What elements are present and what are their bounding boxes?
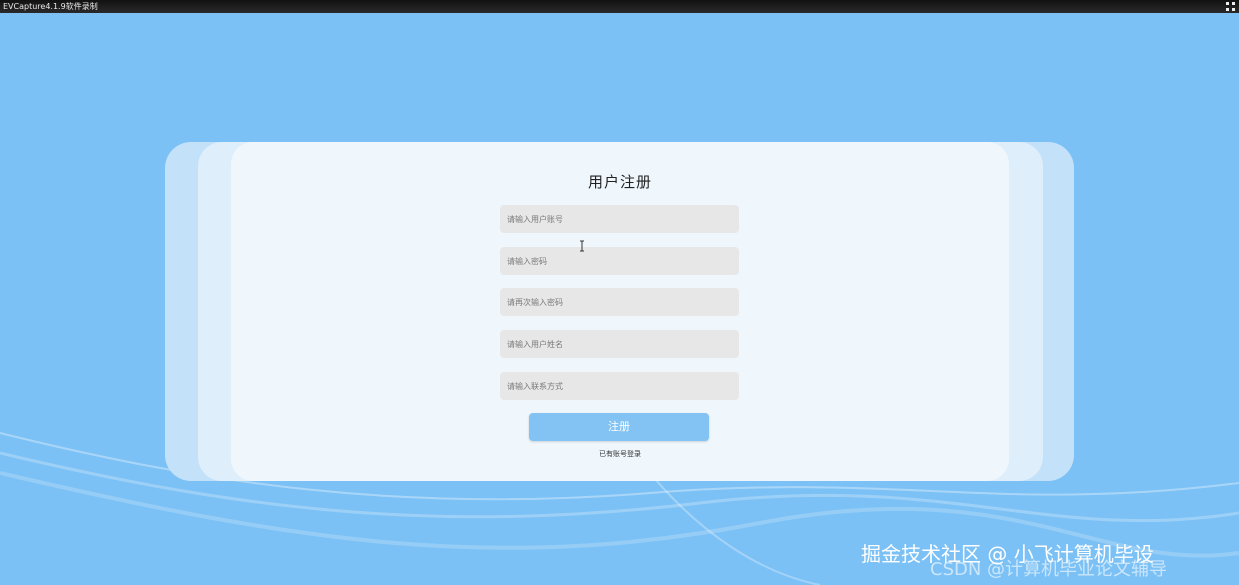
register-button[interactable]: 注册 <box>529 413 709 441</box>
watermark-primary: 掘金技术社区 @ 小飞计算机毕设 <box>861 542 1154 566</box>
username-input[interactable] <box>500 205 739 233</box>
fullscreen-icon[interactable] <box>1226 2 1235 11</box>
contact-input[interactable] <box>500 372 739 400</box>
name-input[interactable] <box>500 330 739 358</box>
form-title: 用户注册 <box>587 173 652 191</box>
text-cursor-icon <box>580 240 584 252</box>
window-titlebar: EVCapture4.1.9软件录制 <box>0 0 1239 13</box>
login-link[interactable]: 已有账号登录 <box>560 449 680 459</box>
window-title: EVCapture4.1.9软件录制 <box>3 2 98 11</box>
password-input[interactable] <box>500 247 739 275</box>
confirm-password-input[interactable] <box>500 288 739 316</box>
